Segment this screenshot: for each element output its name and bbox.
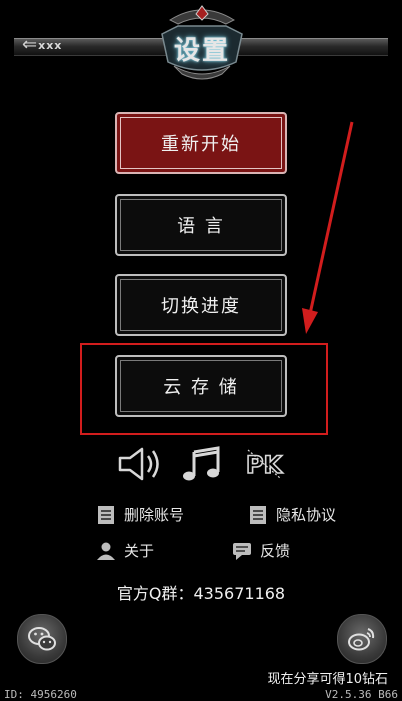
pk-icon[interactable]: PK — [242, 446, 286, 482]
back-button[interactable]: ⇐ xxx — [22, 33, 84, 57]
page-title: 设置 — [173, 36, 230, 66]
back-arrow-icon: ⇐ — [22, 34, 38, 55]
person-icon — [97, 542, 115, 560]
speaker-icon[interactable] — [116, 446, 162, 482]
user-id-text: ID: 4956260 — [4, 688, 77, 701]
switch-progress-button[interactable]: 切换进度 — [115, 274, 287, 336]
weibo-share-button[interactable] — [337, 614, 387, 664]
language-button[interactable]: 语 言 — [115, 194, 287, 256]
svg-text:PK: PK — [246, 451, 284, 479]
back-label: xxx — [38, 38, 63, 52]
version-text: V2.5.36 B66 — [325, 688, 398, 701]
privacy-policy-link[interactable]: 隐私协议 — [248, 504, 336, 525]
highlight-box — [80, 343, 328, 435]
restart-button[interactable]: 重新开始 — [115, 112, 287, 174]
wechat-share-button[interactable] — [17, 614, 67, 664]
header: ⇐ xxx 设置 — [0, 0, 402, 92]
document-icon — [250, 505, 266, 524]
qq-group-text: 官方Q群：435671168 — [116, 584, 286, 603]
feedback-label: 反馈 — [260, 542, 291, 560]
weibo-icon — [348, 628, 375, 651]
privacy-policy-label: 隐私协议 — [276, 506, 337, 524]
delete-account-label: 删除账号 — [124, 506, 185, 524]
document-icon — [98, 505, 114, 524]
wechat-icon — [28, 627, 56, 651]
feedback-link[interactable]: 反馈 — [232, 540, 290, 561]
share-reward-text: 现在分享可得10钻石 — [267, 672, 388, 687]
chat-bubble-icon — [233, 542, 251, 560]
red-arrow-annotation — [302, 121, 354, 334]
music-note-icon[interactable] — [182, 446, 222, 482]
delete-account-link[interactable]: 删除账号 — [96, 504, 184, 525]
about-label: 关于 — [124, 542, 155, 560]
about-link[interactable]: 关于 — [96, 540, 154, 561]
